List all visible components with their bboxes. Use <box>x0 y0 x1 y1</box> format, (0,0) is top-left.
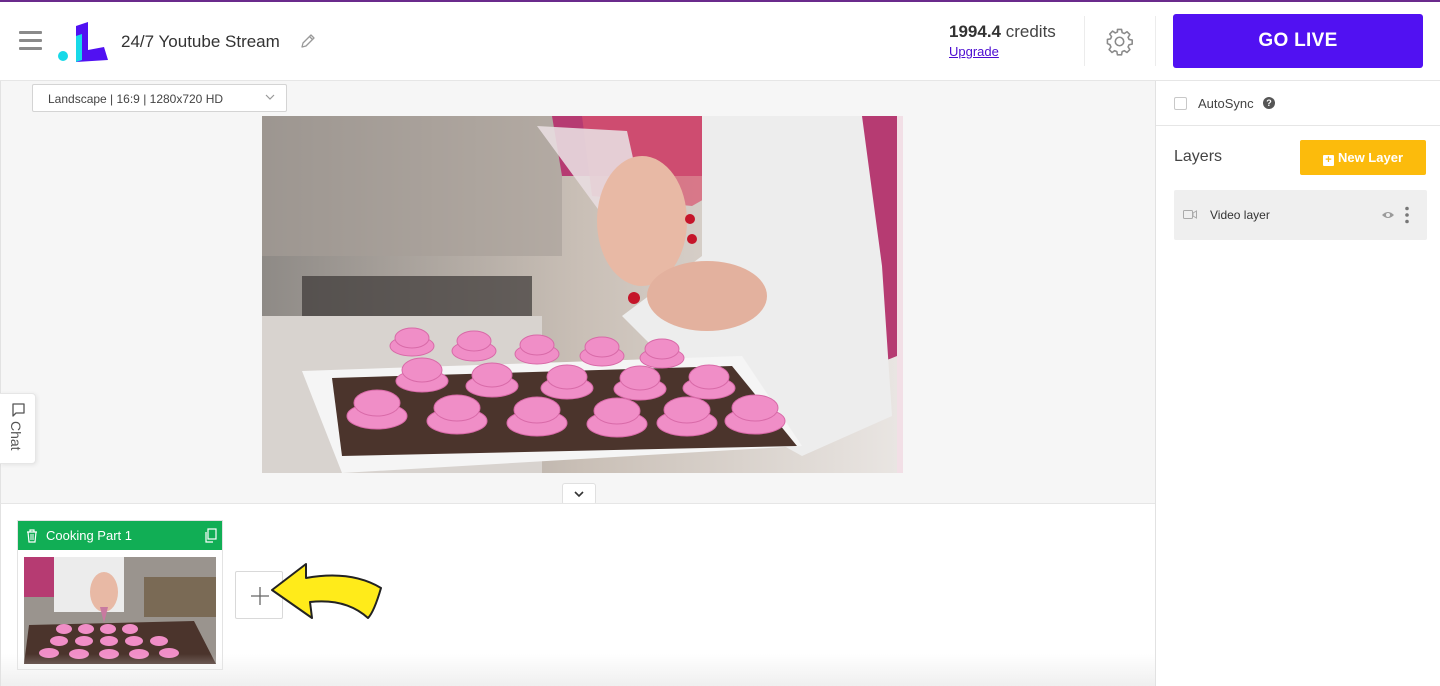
preview-edge <box>897 116 903 473</box>
arrow-hint-icon <box>271 563 382 619</box>
eye-icon[interactable] <box>1381 210 1395 220</box>
canvas-area: Landscape | 16:9 | 1280x720 HD <box>0 81 1155 505</box>
resolution-select[interactable]: Landscape | 16:9 | 1280x720 HD <box>32 84 287 112</box>
credits-display: 1994.4 credits <box>949 22 1056 42</box>
scenes-area: Cooking Part 1 <box>0 503 1156 686</box>
more-vertical-icon[interactable] <box>1403 206 1411 224</box>
chat-tab[interactable]: Chat <box>0 393 36 464</box>
stream-preview[interactable] <box>262 116 897 473</box>
autosync-label: AutoSync <box>1198 96 1254 111</box>
logo[interactable] <box>58 20 110 62</box>
upgrade-link[interactable]: Upgrade <box>949 44 999 59</box>
scene-header: Cooking Part 1 <box>18 521 222 550</box>
go-live-button[interactable]: GO LIVE <box>1173 14 1423 68</box>
scene-name: Cooking Part 1 <box>46 528 132 543</box>
stream-title: 24/7 Youtube Stream <box>121 32 280 51</box>
new-layer-button[interactable]: + New Layer <box>1300 140 1426 175</box>
new-layer-label: New Layer <box>1337 149 1404 165</box>
scene-thumbnail-image <box>24 557 216 664</box>
pencil-icon[interactable] <box>300 33 316 49</box>
video-camera-icon <box>1183 210 1197 219</box>
collapse-toggle-button[interactable] <box>562 483 596 505</box>
layer-name: Video layer <box>1210 208 1270 222</box>
header-divider <box>1155 16 1156 66</box>
chat-label: Chat <box>8 421 24 451</box>
plus-icon: + <box>1322 154 1334 166</box>
layer-item[interactable]: Video layer <box>1174 190 1427 240</box>
help-icon[interactable]: ? <box>1263 97 1275 109</box>
layers-title: Layers <box>1174 148 1223 165</box>
chevron-down-icon <box>265 94 275 100</box>
chevron-down-icon <box>574 491 584 498</box>
scene-card[interactable]: Cooking Part 1 <box>17 520 223 670</box>
header-divider <box>1084 16 1085 66</box>
autosync-checkbox[interactable] <box>1174 97 1187 110</box>
credits-value: 1994.4 <box>949 22 1001 41</box>
resolution-value: Landscape | 16:9 | 1280x720 HD <box>48 92 224 106</box>
credits-unit: credits <box>1005 22 1056 41</box>
copy-icon[interactable] <box>204 528 217 543</box>
top-header: 24/7 Youtube Stream 1994.4 credits Upgra… <box>0 2 1440 81</box>
autosync-row: AutoSync ? <box>1156 81 1440 126</box>
trash-icon[interactable] <box>26 529 38 543</box>
gear-icon[interactable] <box>1105 27 1134 56</box>
right-panel: AutoSync ? Layers + New Layer Video layer <box>1155 81 1440 686</box>
hamburger-icon[interactable] <box>19 31 42 51</box>
scene-thumbnail[interactable] <box>24 557 216 664</box>
preview-image <box>262 116 897 473</box>
chat-bubble-icon <box>12 403 25 417</box>
